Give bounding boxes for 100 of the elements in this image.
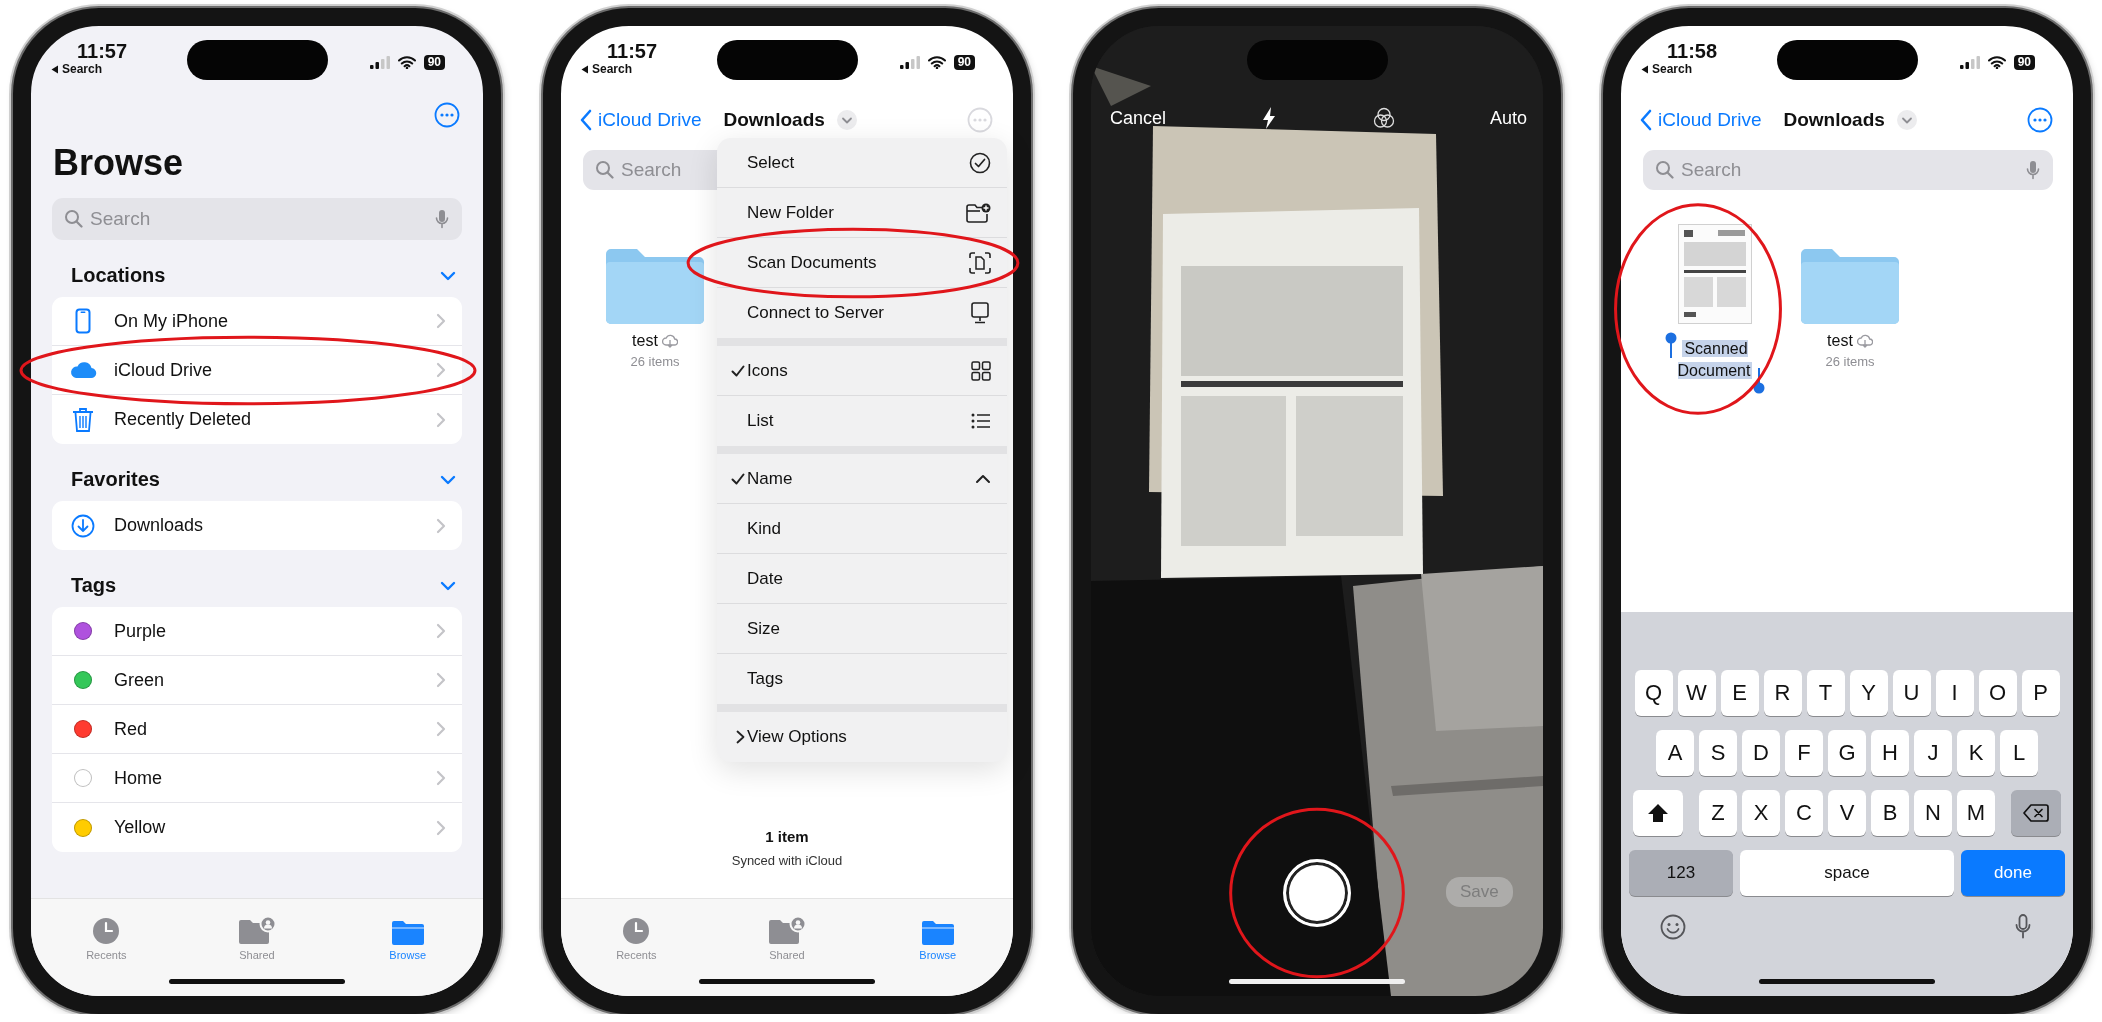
key[interactable]: O [1978, 670, 2017, 716]
numbers-key[interactable]: 123 [1629, 850, 1733, 896]
chevron-icon[interactable] [440, 580, 456, 591]
space-bar[interactable]: space [1740, 850, 1954, 896]
back-button[interactable]: iCloud Drive [1640, 109, 1762, 131]
back-button[interactable]: iCloud Drive [580, 109, 702, 131]
key[interactable]: X [1742, 790, 1780, 836]
menu-item[interactable]: Kind [717, 504, 1007, 554]
more-button[interactable] [434, 102, 460, 128]
menu-item[interactable]: Connect to Server [717, 288, 1007, 338]
tab-button[interactable]: Browse [862, 909, 1013, 961]
key[interactable]: A [1656, 730, 1694, 776]
key[interactable]: S [1699, 730, 1737, 776]
dropdown-chevron-icon[interactable] [836, 110, 857, 130]
menu-item[interactable]: View Options [717, 712, 1007, 762]
key[interactable]: B [1871, 790, 1909, 836]
key[interactable]: W [1677, 670, 1716, 716]
sidebar-row[interactable]: Recently Deleted [52, 395, 462, 444]
more-button[interactable] [2027, 107, 2053, 133]
section-title: Favorites [71, 468, 160, 491]
battery-indicator: 90 [953, 54, 975, 70]
chevron-right-icon [436, 672, 446, 688]
dropdown-chevron-icon[interactable] [1896, 110, 1917, 130]
shift-key[interactable] [1633, 790, 1683, 836]
tab-button[interactable]: Browse [332, 909, 483, 961]
menu-item[interactable]: Select [717, 138, 1007, 188]
status-time: 11:58 [1667, 40, 1718, 62]
menu-item[interactable]: Date [717, 554, 1007, 604]
search-icon [1655, 160, 1674, 179]
menu-item[interactable]: Size [717, 604, 1007, 654]
trash-icon [72, 406, 94, 433]
sidebar-row[interactable]: iCloud Drive [52, 346, 462, 395]
sidebar-row[interactable]: On My iPhone [52, 297, 462, 346]
menu-item[interactable]: List [717, 396, 1007, 446]
backspace-key[interactable] [2011, 790, 2061, 836]
sidebar-row[interactable]: Downloads [52, 501, 462, 550]
key[interactable]: E [1720, 670, 1759, 716]
sidebar-row[interactable]: Green [52, 656, 462, 705]
search-field[interactable]: Search [1643, 150, 2053, 190]
item-name: test [1827, 332, 1853, 350]
filter-icon[interactable] [1372, 107, 1395, 129]
clock-icon [621, 916, 652, 946]
page-title: Browse [53, 142, 185, 184]
key[interactable]: U [1892, 670, 1931, 716]
checkmark-icon [731, 364, 745, 377]
item-name: test [632, 332, 658, 350]
key[interactable]: R [1763, 670, 1802, 716]
search-field[interactable]: Search [52, 198, 462, 240]
file-item[interactable]: test 26 items [595, 220, 715, 369]
folder-icon [1801, 248, 1899, 324]
file-item[interactable]: test 26 items [1790, 220, 1910, 394]
key[interactable]: L [2000, 730, 2038, 776]
key[interactable]: Y [1849, 670, 1888, 716]
flash-icon[interactable] [1261, 106, 1278, 130]
key[interactable]: M [1957, 790, 1995, 836]
sidebar-row[interactable]: Yellow [52, 803, 462, 852]
scan-document-icon [969, 251, 991, 274]
sidebar-row[interactable]: Purple [52, 607, 462, 656]
wifi-icon [397, 55, 416, 69]
key[interactable]: J [1914, 730, 1952, 776]
chevron-icon[interactable] [440, 474, 456, 485]
chevron-up-icon [975, 473, 991, 484]
folder-icon [920, 918, 955, 946]
chevron-right-icon [436, 517, 446, 534]
back-to-app-link[interactable]: Search [581, 62, 633, 76]
menu-item[interactable]: New Folder [717, 188, 1007, 238]
microphone-icon[interactable] [2026, 160, 2040, 180]
signal-icon [369, 55, 390, 69]
key[interactable]: F [1785, 730, 1823, 776]
key[interactable]: H [1871, 730, 1909, 776]
cancel-button[interactable]: Cancel [1110, 107, 1167, 129]
sidebar-row[interactable]: Home [52, 754, 462, 803]
name-field[interactable]: Scanned Document [1665, 332, 1765, 394]
done-key[interactable]: done [1961, 850, 2065, 896]
key[interactable]: Z [1699, 790, 1737, 836]
key[interactable]: Q [1634, 670, 1673, 716]
key[interactable]: T [1806, 670, 1845, 716]
key[interactable]: D [1742, 730, 1780, 776]
key[interactable]: G [1828, 730, 1866, 776]
checkmark-circle-icon [969, 151, 991, 174]
key[interactable]: P [2021, 670, 2060, 716]
emoji-icon[interactable] [1660, 914, 1686, 940]
key[interactable]: N [1914, 790, 1952, 836]
microphone-icon[interactable] [435, 209, 449, 229]
scan-mode-button[interactable]: Auto [1489, 107, 1527, 129]
sidebar-row[interactable]: Red [52, 705, 462, 754]
back-to-app-link[interactable]: Search [1641, 62, 1693, 76]
key[interactable]: C [1785, 790, 1823, 836]
microphone-icon[interactable] [2015, 914, 2031, 940]
menu-item[interactable]: Icons [717, 346, 1007, 396]
menu-item[interactable]: Tags [717, 654, 1007, 704]
wifi-icon [1987, 55, 2006, 69]
menu-item[interactable]: Name [717, 454, 1007, 504]
chevron-right-icon [736, 730, 745, 744]
key[interactable]: V [1828, 790, 1866, 836]
chevron-icon[interactable] [440, 270, 456, 281]
key[interactable]: I [1935, 670, 1974, 716]
back-to-app-link[interactable]: Search [51, 62, 103, 76]
search-icon [595, 160, 614, 179]
key[interactable]: K [1957, 730, 1995, 776]
